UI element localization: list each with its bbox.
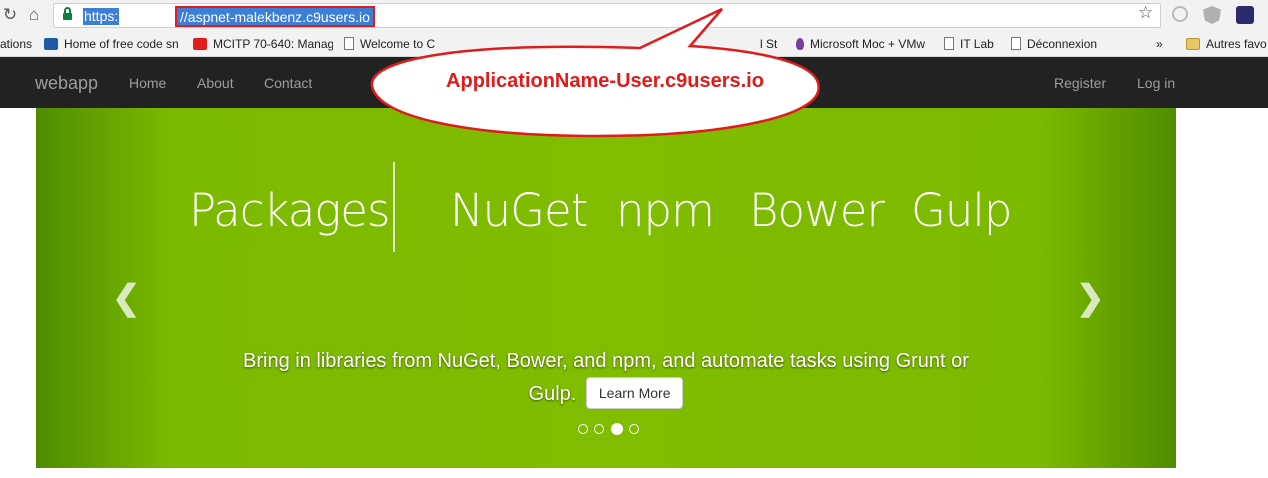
- bookmark-item[interactable]: Welcome to C: [344, 36, 444, 52]
- reload-icon[interactable]: ↻: [0, 5, 20, 25]
- carousel-heading: Packages: [189, 184, 390, 237]
- callout-text: ApplicationName-User.c9users.io: [446, 70, 764, 92]
- bookmarks-overflow-icon[interactable]: »: [1156, 36, 1170, 52]
- carousel-item: Gulp: [911, 184, 1012, 237]
- carousel-indicator[interactable]: [594, 423, 605, 434]
- bookmark-item[interactable]: Home of free code sn: [44, 36, 180, 52]
- carousel-item: NuGet: [450, 184, 588, 237]
- nav-about[interactable]: About: [197, 75, 234, 91]
- chevron-right-icon[interactable]: ❯: [1076, 278, 1105, 318]
- nav-contact[interactable]: Contact: [264, 75, 312, 91]
- url-scheme: https:: [83, 8, 120, 25]
- learn-more-button[interactable]: Learn More: [585, 377, 684, 409]
- carousel-indicator-active[interactable]: [610, 422, 623, 435]
- angular-extension-icon[interactable]: [1203, 6, 1221, 24]
- extension-icon[interactable]: [1172, 6, 1188, 22]
- carousel-caption: Bring in libraries from NuGet, Bower, an…: [236, 346, 976, 410]
- bookmark-folder[interactable]: Autres favo: [1186, 36, 1268, 52]
- lock-icon: [63, 7, 72, 21]
- chevron-left-icon[interactable]: ❮: [112, 278, 141, 318]
- page-icon: [944, 37, 954, 50]
- carousel-indicators: [577, 420, 640, 435]
- carousel-item: npm: [616, 184, 715, 237]
- nav-home[interactable]: Home: [129, 75, 166, 91]
- page-icon: [1011, 37, 1021, 50]
- page-icon: [344, 37, 354, 50]
- address-bar[interactable]: https: //aspnet-malekbenz.c9users.io: [53, 3, 1161, 28]
- carousel-item: Bower: [749, 184, 885, 237]
- bookmarks-bar: ations Home of free code sn MCITP 70-640…: [0, 31, 1268, 57]
- nav-register[interactable]: Register: [1054, 75, 1106, 91]
- bookmark-item[interactable]: MCITP 70-640: Manag: [193, 36, 333, 52]
- bookmark-item[interactable]: ations: [0, 36, 34, 52]
- drop-icon: [796, 38, 804, 50]
- nav-login[interactable]: Log in: [1137, 75, 1175, 91]
- home-icon[interactable]: ⌂: [24, 5, 44, 25]
- hero-carousel: Packages NuGet npm Bower Gulp ❮ ❯ Bring …: [36, 108, 1176, 468]
- carousel-indicator[interactable]: [578, 423, 588, 434]
- bookmark-site-icon: [44, 38, 58, 50]
- brand-link[interactable]: webapp: [35, 73, 98, 94]
- url-host: //aspnet-malekbenz.c9users.io: [175, 6, 375, 27]
- carousel-divider: [393, 162, 395, 252]
- carousel-indicator[interactable]: [629, 423, 640, 434]
- profile-extension-icon[interactable]: [1236, 6, 1254, 24]
- bookmark-item[interactable]: Microsoft Moc + VMw: [796, 36, 934, 52]
- browser-toolbar: ↻ ⌂ https: //aspnet-malekbenz.c9users.io…: [0, 0, 1268, 31]
- folder-icon: [1186, 38, 1200, 50]
- bookmark-star-icon[interactable]: ☆: [1138, 3, 1153, 23]
- bookmark-item[interactable]: l St: [760, 36, 784, 52]
- bookmark-item[interactable]: IT Lab: [944, 36, 1004, 52]
- youtube-icon: [193, 38, 207, 50]
- bookmark-item[interactable]: Déconnexion: [1011, 36, 1111, 52]
